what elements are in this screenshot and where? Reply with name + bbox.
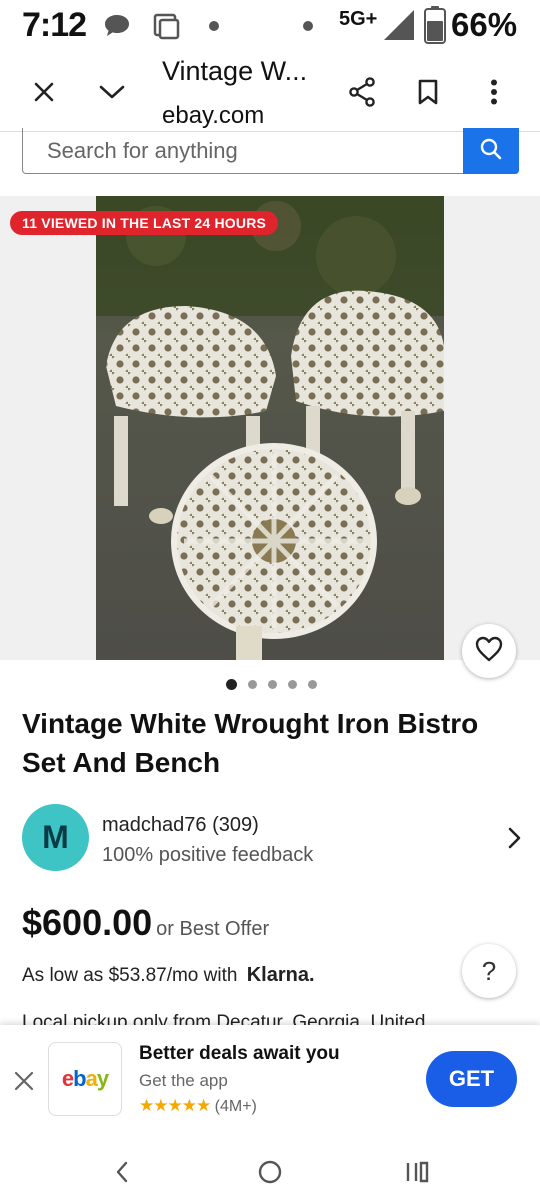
banner-subtitle: Get the app (139, 1071, 228, 1090)
chevron-right-icon[interactable] (506, 826, 522, 855)
search-bar (22, 128, 519, 174)
browser-toolbar: Vintage W... ebay.com (0, 52, 540, 132)
back-icon[interactable] (102, 1152, 142, 1192)
seller-name: madchad76 (309) (102, 814, 259, 836)
battery-icon (424, 6, 446, 49)
more-icon[interactable] (474, 72, 514, 112)
dot-icon (208, 19, 220, 37)
bookmark-icon[interactable] (408, 72, 448, 112)
price: $600.00 (22, 902, 153, 943)
app-install-banner: ebay Better deals await you Get the app … (0, 1025, 540, 1140)
pagination-dot[interactable] (248, 680, 257, 689)
financing-row[interactable]: As low as $53.87/mo with Klarna. (22, 964, 315, 987)
pickup-info: Local pickup only from Decatur, Georgia,… (22, 1012, 426, 1026)
share-icon[interactable] (342, 72, 382, 112)
status-time: 7:12 (22, 6, 87, 44)
screen-icon (152, 12, 180, 45)
listing-photo[interactable] (96, 196, 444, 660)
recents-icon[interactable] (398, 1152, 438, 1192)
close-icon[interactable] (24, 72, 64, 112)
best-offer-label: or Best Offer (156, 918, 270, 940)
logo-letter: b (73, 1066, 86, 1091)
rating-count: (4M+) (214, 1098, 257, 1115)
logo-letter: e (61, 1066, 74, 1091)
search-button[interactable] (463, 128, 519, 174)
klarna-logo: Klarna. (246, 964, 315, 986)
banner-title: Better deals await you (139, 1043, 340, 1064)
banner-rating: ★★★★★ (4M+) (139, 1096, 257, 1116)
system-nav-bar (0, 1140, 540, 1200)
logo-letter: a (85, 1066, 98, 1091)
get-app-button[interactable]: GET (426, 1051, 517, 1107)
logo-letter: y (96, 1066, 109, 1091)
ebay-logo: ebay (48, 1042, 122, 1116)
pagination-dot[interactable] (308, 680, 317, 689)
chat-icon (102, 12, 132, 45)
search-input[interactable] (23, 128, 464, 173)
help-button[interactable]: ? (462, 944, 516, 998)
pagination-dot[interactable] (268, 680, 277, 689)
heart-icon (475, 636, 503, 667)
seller-card[interactable]: M madchad76 (309) 100% positive feedback (22, 804, 522, 874)
signal-icon (382, 8, 416, 47)
item-title: Vintage White Wrought Iron Bistro Set An… (22, 708, 479, 778)
search-icon (479, 137, 503, 166)
image-gallery[interactable]: 11 VIEWED IN THE LAST 24 HOURS (0, 196, 540, 678)
watch-button[interactable] (462, 624, 516, 678)
page-domain: ebay.com (162, 102, 265, 129)
chevron-down-icon[interactable] (92, 72, 132, 112)
dot-icon (302, 19, 314, 37)
network-type: 5G+ (339, 8, 378, 30)
battery-percent: 66% (451, 6, 518, 43)
price-row: $600.00 or Best Offer (22, 902, 269, 944)
viewed-badge: 11 VIEWED IN THE LAST 24 HOURS (10, 211, 279, 235)
close-icon[interactable] (8, 1065, 40, 1097)
seller-feedback: 100% positive feedback (102, 844, 314, 866)
home-icon[interactable] (250, 1152, 290, 1192)
pagination-dot[interactable] (226, 679, 237, 690)
page-title: Vintage W... (162, 56, 308, 86)
avatar: M (22, 804, 89, 871)
gallery-pagination (226, 679, 317, 690)
status-bar: 7:12 5G+ 66% (0, 0, 540, 52)
pagination-dot[interactable] (288, 680, 297, 689)
financing-text: As low as $53.87/mo with (22, 965, 238, 986)
star-rating: ★★★★★ (139, 1096, 211, 1115)
